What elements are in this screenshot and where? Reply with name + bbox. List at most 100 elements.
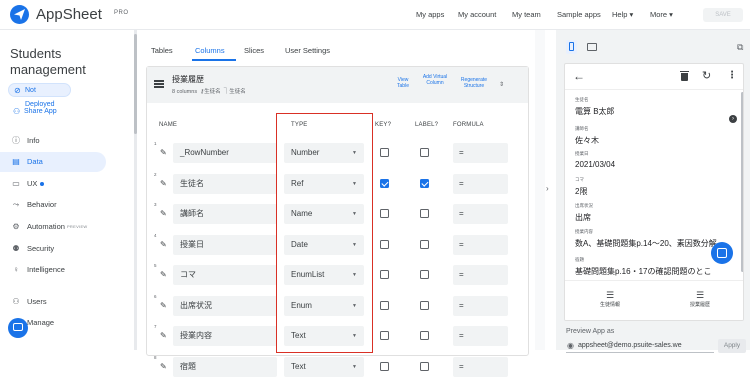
chevron-right-icon[interactable]: › — [546, 184, 549, 193]
sidebar-item-label: Data — [27, 157, 43, 166]
column-name-field[interactable]: 授業内容 — [173, 326, 277, 346]
label-checkbox[interactable] — [420, 178, 429, 188]
edit-pencil-icon[interactable]: ✎ — [160, 179, 167, 188]
nav-my-team[interactable]: My team — [512, 10, 541, 19]
edit-pencil-icon[interactable]: ✎ — [160, 148, 167, 157]
key-checkbox[interactable] — [380, 239, 389, 249]
delete-icon[interactable] — [680, 70, 689, 81]
sidebar-item-intelligence[interactable]: ♀ Intelligence — [0, 260, 106, 280]
refresh-icon[interactable]: ↻ — [702, 69, 711, 82]
more-vert-icon[interactable]: ⋮ — [727, 70, 737, 81]
label-checkbox[interactable] — [420, 239, 429, 249]
formula-field[interactable]: = — [453, 173, 508, 194]
save-button[interactable]: SAVE — [703, 8, 743, 22]
formula-field[interactable]: = — [453, 295, 508, 316]
label-checkbox[interactable] — [420, 361, 429, 371]
brand-name[interactable]: AppSheet — [36, 6, 102, 23]
label-checkbox[interactable] — [420, 148, 429, 157]
chat-support-button[interactable] — [8, 318, 28, 338]
tab-slices[interactable]: Slices — [244, 46, 264, 55]
tab-columns[interactable]: Columns — [195, 46, 225, 55]
edit-pencil-icon[interactable]: ✎ — [160, 331, 167, 340]
nav-my-account[interactable]: My account — [458, 10, 496, 19]
open-external-icon[interactable]: ⧉ — [737, 42, 743, 53]
col-header-label: LABEL? — [415, 122, 439, 128]
key-checkbox[interactable] — [380, 178, 389, 188]
sidebar-item-automation[interactable]: ⚙ Automation PREVIEW — [0, 217, 106, 237]
preview-scrollbar[interactable] — [741, 92, 743, 272]
bottom-nav-history[interactable]: ☰ 授業履歴 — [655, 289, 743, 308]
tab-user-settings[interactable]: User Settings — [285, 46, 330, 55]
column-name-field[interactable]: 出席状況 — [173, 295, 277, 316]
edit-pencil-icon[interactable]: ✎ — [160, 270, 167, 279]
sidebar-item-info[interactable]: ⓘ Info — [0, 131, 106, 151]
key-checkbox[interactable] — [380, 148, 389, 157]
list-icon — [154, 80, 164, 88]
edit-pencil-icon[interactable]: ✎ — [160, 240, 167, 249]
row-number: 5 — [154, 263, 157, 268]
formula-field[interactable]: = — [453, 204, 508, 224]
preview-as-input[interactable]: ◉ appsheet@demo.psuite-sales.we — [566, 339, 714, 353]
formula-field[interactable]: = — [453, 234, 508, 255]
key-checkbox[interactable] — [380, 300, 389, 310]
users-icon: ⚇ — [12, 297, 20, 306]
key-column: 生徒名 — [204, 89, 221, 95]
back-arrow-icon[interactable]: ← — [573, 69, 585, 83]
formula-field[interactable]: = — [453, 326, 508, 346]
edit-pencil-icon[interactable]: ✎ — [160, 209, 167, 218]
expand-collapse-icon[interactable]: ⇕ — [499, 81, 504, 88]
sidebar-item-label: Info — [27, 136, 40, 145]
bottom-nav-students[interactable]: ☰ 生徒情報 — [565, 289, 655, 308]
appsheet-logo-icon[interactable] — [10, 5, 29, 24]
column-name-field[interactable]: _RowNumber — [173, 143, 277, 163]
share-app-button[interactable]: ⚇ Share App — [8, 105, 65, 119]
apply-button[interactable]: Apply — [718, 339, 746, 353]
field-label: 出席状況 — [575, 203, 593, 208]
regenerate-structure-link[interactable]: Regenerate Structure — [457, 77, 491, 89]
column-name-field[interactable]: 授業日 — [173, 234, 277, 255]
tablet-view-icon[interactable] — [587, 43, 597, 51]
column-name-field[interactable]: 生徒名 — [173, 173, 277, 194]
table-meta: 8 columns ⚷生徒名 ⏋生徒名 — [172, 87, 246, 95]
table-header[interactable]: 授業履歴 8 columns ⚷生徒名 ⏋生徒名 View Table Add … — [147, 67, 528, 103]
nav-more[interactable]: More ▾ — [650, 10, 673, 19]
edit-pencil-icon[interactable]: ✎ — [160, 362, 167, 371]
sidebar-item-ux[interactable]: ▭ UX — [0, 174, 106, 194]
formula-field[interactable]: = — [453, 356, 508, 377]
label-checkbox[interactable] — [420, 300, 429, 310]
type-column-highlight — [276, 113, 373, 353]
key-checkbox[interactable] — [380, 209, 389, 218]
formula-field[interactable]: = — [453, 265, 508, 285]
label-checkbox[interactable] — [420, 331, 429, 340]
label-checkbox[interactable] — [420, 270, 429, 279]
view-table-link[interactable]: View Table — [393, 77, 413, 89]
add-virtual-column-link[interactable]: Add Virtual Column — [421, 74, 449, 86]
sidebar-item-security[interactable]: ⚉ Security — [0, 239, 106, 259]
column-name-field[interactable]: 宿題 — [173, 356, 277, 377]
sidebar-item-behavior[interactable]: ⤳ Behavior — [0, 195, 106, 215]
field-label: 宿題 — [575, 257, 584, 262]
key-checkbox[interactable] — [380, 361, 389, 371]
sidebar-item-users[interactable]: ⚇ Users — [0, 292, 106, 312]
nav-sample-apps[interactable]: Sample apps — [557, 10, 601, 19]
tab-tables[interactable]: Tables — [151, 46, 173, 55]
key-checkbox[interactable] — [380, 270, 389, 279]
nav-help[interactable]: Help ▾ — [612, 10, 633, 19]
column-count: 8 columns — [172, 89, 198, 95]
panel-splitter[interactable] — [535, 30, 545, 350]
nav-my-apps[interactable]: My apps — [416, 10, 444, 19]
phone-view-icon[interactable] — [566, 40, 577, 54]
column-name-field[interactable]: 講師名 — [173, 204, 277, 224]
edit-fab-button[interactable] — [711, 242, 733, 264]
sidebar-item-data[interactable]: ▤ Data — [0, 152, 106, 172]
navigate-arrow-icon[interactable]: › — [729, 115, 737, 123]
deploy-status-chip[interactable]: ⊘ Not Deployed — [8, 83, 71, 108]
column-name-field[interactable]: コマ — [173, 265, 277, 285]
key-checkbox[interactable] — [380, 331, 389, 340]
edit-pencil-icon[interactable]: ✎ — [160, 301, 167, 310]
label-checkbox[interactable] — [420, 209, 429, 218]
sidebar-scroll-thumb[interactable] — [134, 34, 137, 134]
column-type-select[interactable]: Text ▼ — [284, 356, 364, 377]
preview-badge: PREVIEW — [66, 224, 88, 229]
formula-field[interactable]: = — [453, 143, 508, 163]
